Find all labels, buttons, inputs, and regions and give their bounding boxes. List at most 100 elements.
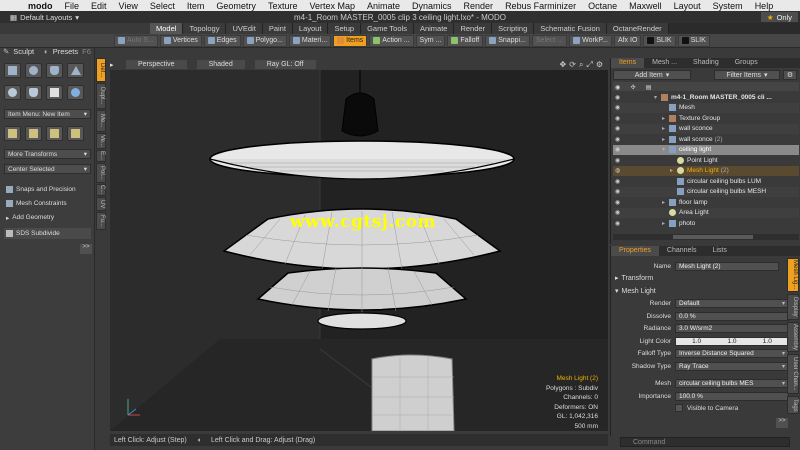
tree-item[interactable]: ◍ ▸ Mesh Light (2) xyxy=(613,165,799,176)
tab-schematic-fusion[interactable]: Schematic Fusion xyxy=(534,23,607,34)
menu-file[interactable]: File xyxy=(59,1,86,11)
mesh-dropdown[interactable]: circular ceiling bulbs MES xyxy=(675,378,789,388)
visibility-eye-icon[interactable]: ◉ xyxy=(613,178,622,185)
afx-io-button[interactable]: Afx IO xyxy=(613,34,642,47)
menu-octane[interactable]: Octane xyxy=(582,1,623,11)
tree-item[interactable]: ◉ ▸ photo xyxy=(613,218,799,229)
materials-button[interactable]: Materi... xyxy=(288,34,332,47)
side-tab-curve[interactable]: C... xyxy=(96,184,106,196)
gear-button[interactable] xyxy=(67,85,84,100)
viewport-menu-icon[interactable]: ▸ xyxy=(110,61,116,69)
visibility-eye-icon[interactable]: ◉ xyxy=(613,146,622,153)
rotate-view-icon[interactable]: ⟳ xyxy=(569,60,576,70)
menu-vertex-map[interactable]: Vertex Map xyxy=(303,1,361,11)
light-color-r[interactable]: 1.0 xyxy=(692,338,701,345)
falloff-button[interactable]: Falloff xyxy=(447,34,484,47)
visibility-eye-icon[interactable]: ◉ xyxy=(613,188,622,195)
slik-button-2[interactable]: SLIK xyxy=(677,34,710,47)
side-tab-display[interactable]: Display xyxy=(787,294,799,320)
tab-lists[interactable]: Lists xyxy=(704,246,734,256)
tree-item[interactable]: ◉ ▸ floor lamp xyxy=(613,197,799,208)
side-tab-vertex[interactable]: Ve... xyxy=(96,133,106,149)
name-field[interactable]: Mesh Light (2) xyxy=(675,261,779,271)
menu-layout[interactable]: Layout xyxy=(668,1,707,11)
more-transforms-dropdown[interactable]: More Transforms ▾ xyxy=(4,149,91,159)
radiance-field[interactable]: 3.0 W/srm2 xyxy=(675,323,789,333)
menu-texture[interactable]: Texture xyxy=(262,1,304,11)
view-type-dropdown[interactable]: Perspective xyxy=(126,60,187,69)
expand-arrow-icon[interactable]: ▾ xyxy=(662,146,669,153)
side-tab-edge[interactable]: E... xyxy=(96,150,106,162)
light-color-b[interactable]: 1.0 xyxy=(763,338,772,345)
side-tab-fusion[interactable]: Fu... xyxy=(96,212,106,230)
tab-mesh-ops[interactable]: Mesh ... xyxy=(644,58,685,68)
snaps-precision-button[interactable]: Snaps and Precision xyxy=(4,184,91,195)
maximize-icon[interactable]: ⤢ xyxy=(586,60,592,70)
items-button[interactable]: Items xyxy=(333,34,368,47)
tab-layout[interactable]: Layout xyxy=(292,23,329,34)
menu-geometry[interactable]: Geometry xyxy=(210,1,262,11)
menu-edit[interactable]: Edit xyxy=(85,1,113,11)
sculpt-tab[interactable]: Sculpt xyxy=(13,47,34,56)
tree-item[interactable]: ◉ ▸ wall sconce xyxy=(613,123,799,134)
tab-paint[interactable]: Paint xyxy=(262,23,293,34)
menu-maxwell[interactable]: Maxwell xyxy=(623,1,668,11)
menu-help[interactable]: Help xyxy=(749,1,780,11)
side-tab-tags[interactable]: Tags xyxy=(787,396,799,414)
items-options-button[interactable]: ⚙ xyxy=(783,70,797,80)
tree-item[interactable]: ◉ Point Light xyxy=(613,155,799,166)
expand-arrow-icon[interactable]: ▸ xyxy=(662,199,669,206)
add-geometry-button[interactable]: ▸ Add Geometry xyxy=(4,212,91,223)
capsule-button[interactable] xyxy=(25,85,42,100)
tab-uvedit[interactable]: UVEdit xyxy=(226,23,263,34)
render-column-icon[interactable]: ▤ xyxy=(646,85,652,91)
visibility-eye-icon[interactable]: ◉ xyxy=(613,157,622,164)
mesh-light-section[interactable]: ▾ Mesh Light xyxy=(615,286,656,296)
symmetry-button[interactable]: Sym ... xyxy=(415,34,446,47)
layouts-dropdown[interactable]: ▦ Default Layouts ▾ xyxy=(4,12,85,22)
side-tab-user-channels[interactable]: User Chan... xyxy=(787,354,799,394)
side-tab-mesh-light[interactable]: Mesh Lig... xyxy=(787,258,799,292)
tab-properties[interactable]: Properties xyxy=(611,246,659,256)
cube-button[interactable] xyxy=(4,63,21,78)
tab-octanerender[interactable]: OctaneRender xyxy=(606,23,669,34)
menu-item[interactable]: Item xyxy=(181,1,211,11)
lock-column-icon[interactable]: ✣ xyxy=(630,85,635,91)
tab-game-tools[interactable]: Game Tools xyxy=(361,23,414,34)
gear-icon[interactable]: ⚙ xyxy=(596,60,603,70)
presets-tab[interactable]: Presets xyxy=(53,47,78,56)
falloff-dropdown[interactable]: Inverse Distance Squared xyxy=(675,348,789,358)
menu-animate[interactable]: Animate xyxy=(361,1,406,11)
light-color-field[interactable]: 1.0 1.0 1.0 xyxy=(675,336,789,346)
side-tab-mesh-edit[interactable]: Me... xyxy=(96,110,106,132)
center-selected-dropdown[interactable]: Center Selected ▾ xyxy=(4,164,91,174)
slik-button-1[interactable]: SLIK xyxy=(643,34,676,47)
dissolve-field[interactable]: 0.0 % xyxy=(675,311,789,321)
rotate-button[interactable] xyxy=(25,126,42,141)
sphere-button[interactable] xyxy=(25,63,42,78)
action-center-button[interactable]: Action ... xyxy=(369,34,414,47)
side-tab-uv[interactable]: UV xyxy=(96,197,106,211)
tree-item[interactable]: ◉ Area Light xyxy=(613,207,799,218)
menu-system[interactable]: System xyxy=(707,1,749,11)
side-tab-duplicate[interactable]: Dupl... xyxy=(96,83,106,109)
light-color-g[interactable]: 1.0 xyxy=(727,338,736,345)
tab-groups[interactable]: Groups xyxy=(727,58,766,68)
expand-button[interactable]: >> xyxy=(80,244,92,254)
visibility-eye-icon[interactable]: ◉ xyxy=(613,104,622,111)
expand-arrow-icon[interactable]: ▾ xyxy=(654,94,661,101)
visibility-eye-icon[interactable]: ◍ xyxy=(613,167,622,174)
cone-button[interactable] xyxy=(67,63,84,78)
polygons-button[interactable]: Polygo... xyxy=(242,34,287,47)
tab-model[interactable]: Model xyxy=(150,23,184,34)
visibility-eye-icon[interactable]: ◉ xyxy=(613,115,622,122)
edges-button[interactable]: Edges xyxy=(203,34,241,47)
mesh-constraints-button[interactable]: Mesh Constraints xyxy=(4,198,91,209)
visibility-eye-icon[interactable]: ◉ xyxy=(613,209,622,216)
move-button[interactable] xyxy=(4,126,21,141)
menu-dynamics[interactable]: Dynamics xyxy=(406,1,458,11)
expand-arrow-icon[interactable]: ▸ xyxy=(662,125,669,132)
command-input[interactable]: Command xyxy=(620,437,790,447)
torus-button[interactable] xyxy=(4,85,21,100)
select-through-button[interactable]: Select ... xyxy=(531,34,568,47)
